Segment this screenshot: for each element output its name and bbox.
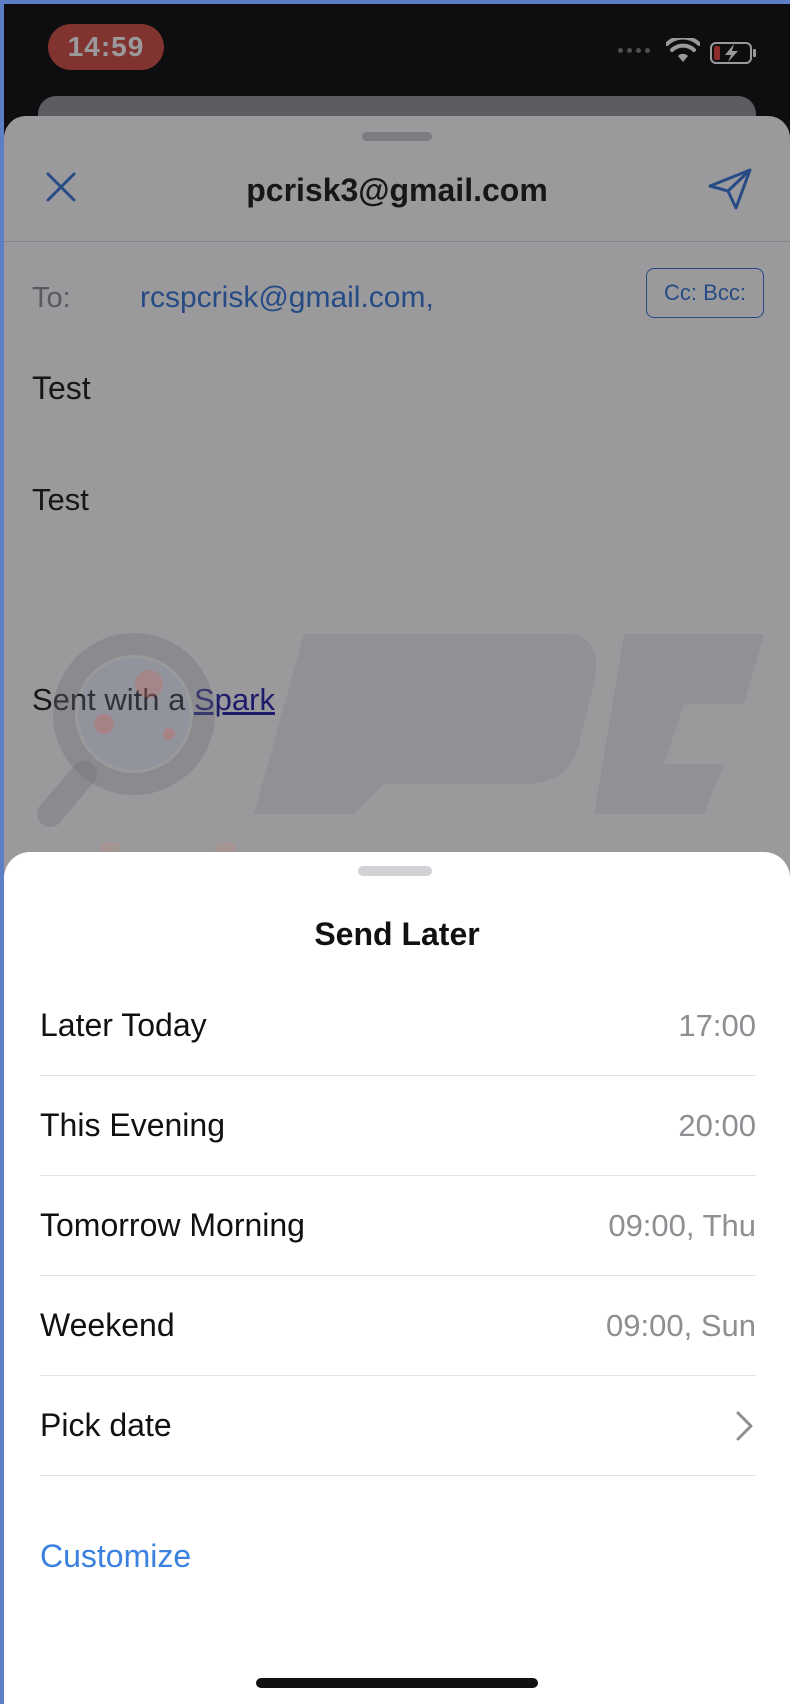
send-later-sheet: Send Later Later Today 17:00 This Evenin… <box>4 852 790 1704</box>
option-label: Tomorrow Morning <box>40 1207 305 1243</box>
option-this-evening[interactable]: This Evening 20:00 <box>40 1076 756 1176</box>
option-label: Later Today <box>40 1007 207 1043</box>
option-time: 09:00, Sun <box>606 1307 756 1343</box>
send-icon[interactable] <box>706 166 754 212</box>
option-label: Weekend <box>40 1307 175 1343</box>
wifi-icon <box>666 38 700 62</box>
chevron-right-icon <box>736 1411 753 1440</box>
battery-charging-icon <box>710 42 756 64</box>
option-weekend[interactable]: Weekend 09:00, Sun <box>40 1276 756 1376</box>
option-label: This Evening <box>40 1107 225 1143</box>
status-bar: 14:59 <box>4 4 790 104</box>
cc-bcc-button[interactable]: Cc: Bcc: <box>646 268 764 318</box>
to-label: To: <box>32 281 71 314</box>
option-later-today[interactable]: Later Today 17:00 <box>40 976 756 1076</box>
status-time: 14:59 <box>48 24 164 70</box>
option-tomorrow-morning[interactable]: Tomorrow Morning 09:00, Thu <box>40 1176 756 1276</box>
signature-prefix: Sent with a <box>32 682 194 717</box>
cellular-signal-icon <box>618 48 650 53</box>
signature: Sent with a Spark <box>32 682 275 718</box>
from-account[interactable]: pcrisk3@gmail.com <box>4 172 790 209</box>
option-time: 17:00 <box>678 1007 756 1043</box>
sheet-title: Send Later <box>314 916 480 952</box>
option-time: 09:00, Thu <box>608 1207 756 1243</box>
compose-header: pcrisk3@gmail.com <box>4 116 790 242</box>
home-indicator[interactable] <box>256 1678 538 1688</box>
to-row[interactable]: To: rcspcrisk@gmail.com, <box>32 278 434 318</box>
option-time: 20:00 <box>678 1107 756 1143</box>
customize-button[interactable]: Customize <box>40 1538 191 1575</box>
to-recipient[interactable]: rcspcrisk@gmail.com, <box>140 281 434 315</box>
spark-link[interactable]: Spark <box>194 682 275 717</box>
message-body[interactable]: Test <box>32 482 89 518</box>
option-label: Pick date <box>40 1407 172 1443</box>
option-pick-date[interactable]: Pick date <box>40 1376 756 1476</box>
sheet-grabber[interactable] <box>358 866 432 876</box>
phone-screen: 14:59 pcrisk3@gmail.com To: rcspcrisk@gm… <box>4 4 790 1704</box>
subject-field[interactable]: Test <box>32 370 91 407</box>
